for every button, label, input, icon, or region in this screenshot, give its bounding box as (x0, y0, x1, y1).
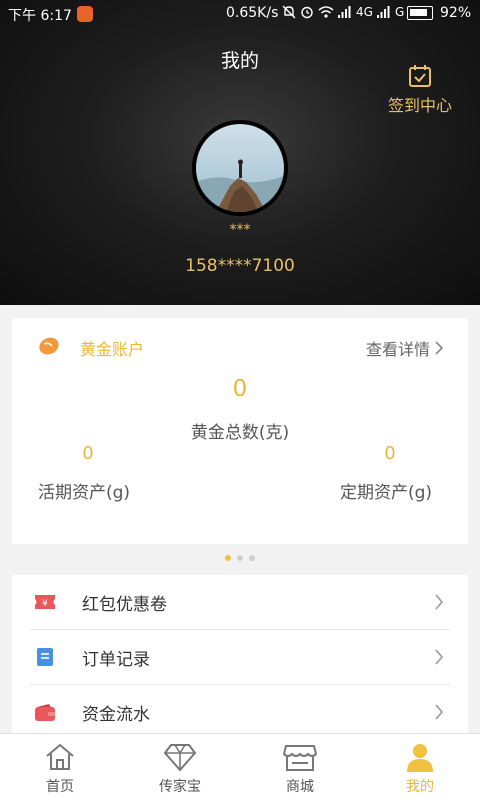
status-bar: 下午 6:17 0.65K/s 4G G 92% (0, 0, 480, 28)
view-details-label: 查看详情 (365, 340, 430, 359)
phone-number: 158****7100 (185, 256, 295, 276)
tab-label: 传家宝 (159, 779, 201, 795)
tab-label: 首页 (46, 779, 74, 795)
network-type-2: G (394, 5, 405, 19)
status-speed: 0.65K/s (226, 5, 279, 21)
menu-item-label: 订单记录 (82, 649, 150, 670)
chevron-right-icon (435, 704, 444, 720)
gold-bean-icon (39, 337, 59, 355)
tab-heirloom[interactable]: 传家宝 (120, 734, 240, 800)
bottom-tab-bar: 首页 传家宝 商城 我的 (0, 733, 480, 800)
network-type: 4G (356, 5, 373, 19)
calendar-check-icon (409, 65, 431, 87)
avatar[interactable] (192, 120, 288, 216)
wallet-icon (34, 702, 56, 724)
nickname: *** (229, 222, 251, 238)
gold-total-value: 0 (232, 376, 248, 402)
menu-item-orders[interactable]: 订单记录 (30, 630, 450, 685)
tab-mine[interactable]: 我的 (360, 734, 480, 800)
alarm-icon (301, 6, 313, 19)
status-icons: 4G G (282, 5, 404, 19)
checkin-button[interactable]: 签到中心 (382, 64, 458, 116)
signal-icon-2 (376, 6, 390, 18)
svg-text:¥: ¥ (42, 599, 48, 609)
menu-item-fund-flow[interactable]: 资金流水 (30, 685, 450, 740)
coupon-icon: ¥ (34, 591, 56, 613)
current-assets-label: 活期资产(g) (38, 483, 131, 503)
checkin-label: 签到中心 (387, 96, 452, 115)
menu-item-label: 资金流水 (82, 705, 150, 725)
fixed-assets-label: 定期资产(g) (340, 483, 433, 503)
home-icon (44, 740, 76, 774)
page-dot[interactable] (237, 555, 243, 561)
store-icon (283, 740, 317, 774)
current-assets-value: 0 (82, 443, 94, 464)
diamond-icon (163, 740, 197, 774)
menu-item-coupons[interactable]: ¥ 红包优惠卷 (30, 575, 450, 630)
gold-account-title: 黄金账户 (80, 340, 145, 359)
fixed-assets-value: 0 (384, 443, 396, 464)
signal-icon (338, 6, 351, 18)
gold-account-card: 黄金账户 查看详情 0 黄金总数(克) 0 活期资产(g) 0 定期资产(g) (12, 318, 468, 544)
page-indicator (0, 555, 480, 561)
page-dot[interactable] (225, 555, 231, 561)
user-icon (405, 740, 435, 774)
tab-mall[interactable]: 商城 (240, 734, 360, 800)
tab-home[interactable]: 首页 (0, 734, 120, 800)
avatar-image (196, 124, 284, 212)
view-details-link[interactable]: 查看详情 (366, 336, 444, 360)
menu-item-label: 红包优惠卷 (82, 594, 167, 615)
tab-label: 商城 (286, 779, 314, 795)
wifi-icon (318, 6, 334, 18)
menu-list: ¥ 红包优惠卷 订单记录 资金流水 (12, 575, 468, 735)
chevron-right-icon (435, 341, 444, 355)
status-time: 下午 6:17 (8, 8, 72, 24)
order-icon (34, 646, 56, 668)
chevron-right-icon (435, 649, 444, 665)
chevron-right-icon (435, 594, 444, 610)
mute-icon (282, 5, 296, 19)
app-notification-icon (77, 6, 93, 22)
profile-header: 下午 6:17 0.65K/s 4G G 92% 我的 签到中心 *** 158… (0, 0, 480, 305)
page-dot[interactable] (249, 555, 255, 561)
battery-percent: 92% (440, 5, 472, 21)
tab-label: 我的 (406, 779, 434, 795)
gold-total-label: 黄金总数(克) (190, 423, 290, 443)
battery-icon (407, 6, 433, 20)
